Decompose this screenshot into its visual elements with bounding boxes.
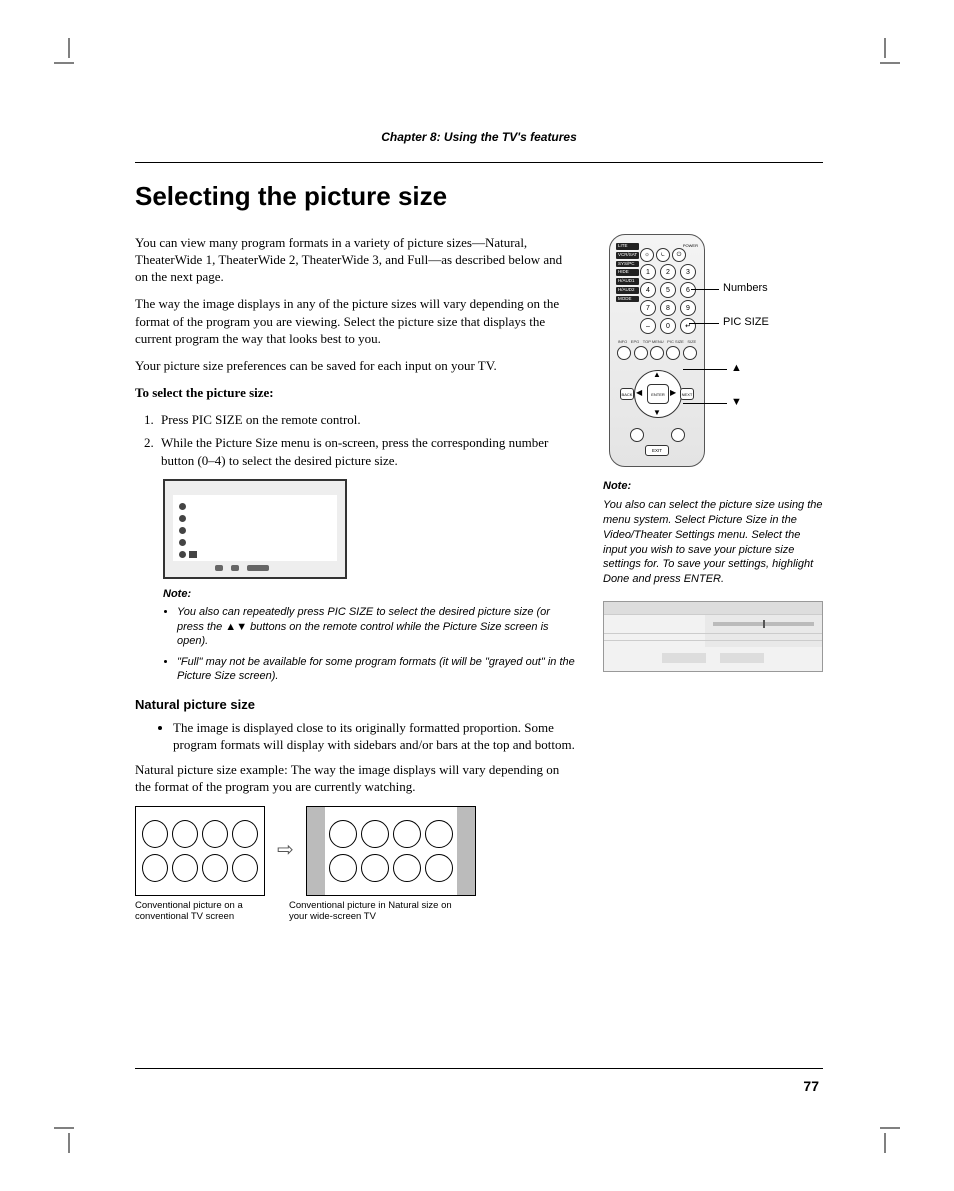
note-item-1: You also can repeatedly press PIC SIZE t… xyxy=(177,605,575,649)
note-item-2: "Full" may not be available for some pro… xyxy=(177,655,575,684)
step-1: Press PIC SIZE on the remote control. xyxy=(157,411,575,428)
crop-mark-bl xyxy=(44,1119,78,1153)
intro-para-2: The way the image displays in any of the… xyxy=(135,295,575,346)
onscreen-menu-graphic xyxy=(163,479,347,579)
page-title: Selecting the picture size xyxy=(135,181,823,212)
main-column: You can view many program formats in a v… xyxy=(135,234,575,922)
natural-heading: Natural picture size xyxy=(135,696,575,713)
caption-conventional: Conventional picture on a conventional T… xyxy=(135,900,265,923)
chapter-heading: Chapter 8: Using the TV's features xyxy=(135,130,823,144)
note-label-left: Note: xyxy=(135,587,575,602)
page-number: 77 xyxy=(803,1078,819,1094)
natural-bullet: The image is displayed close to its orig… xyxy=(173,719,575,753)
widescreen-tv-graphic xyxy=(306,806,476,896)
crop-mark-tl xyxy=(44,38,78,72)
crop-mark-br xyxy=(876,1119,910,1153)
arrow-right-icon: ⇨ xyxy=(277,837,294,863)
conventional-tv-graphic xyxy=(135,806,265,896)
callout-picsize: PIC SIZE xyxy=(723,316,769,328)
intro-para-1: You can view many program formats in a v… xyxy=(135,234,575,285)
callout-down-arrow: ▼ xyxy=(731,396,742,408)
example-graphics: ⇨ xyxy=(135,806,575,896)
crop-mark-tr xyxy=(876,38,910,72)
callout-numbers: Numbers xyxy=(723,282,768,294)
step-2: While the Picture Size menu is on-screen… xyxy=(157,434,575,468)
note-body-right: You also can select the picture size usi… xyxy=(603,498,823,587)
remote-control-graphic: LITE VCR/SAT SYS/PC HIDE H/AUD1 H/AUD2 M… xyxy=(609,234,705,467)
procedure-heading: To select the picture size: xyxy=(135,384,575,401)
footer-rule xyxy=(135,1068,823,1069)
side-column: LITE VCR/SAT SYS/PC HIDE H/AUD1 H/AUD2 M… xyxy=(603,234,823,922)
natural-paragraph: Natural picture size example: The way th… xyxy=(135,761,575,795)
settings-menu-graphic xyxy=(603,601,823,672)
callout-up-arrow: ▲ xyxy=(731,362,742,374)
note-label-right: Note: xyxy=(603,480,823,492)
top-rule xyxy=(135,162,823,163)
intro-para-3: Your picture size preferences can be sav… xyxy=(135,357,575,374)
caption-widescreen: Conventional picture in Natural size on … xyxy=(289,900,469,923)
